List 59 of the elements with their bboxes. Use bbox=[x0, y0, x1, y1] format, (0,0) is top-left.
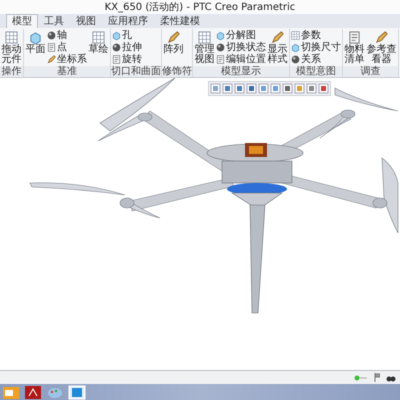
group-label: 操作 bbox=[0, 66, 23, 77]
pencil-icon bbox=[47, 54, 56, 64]
ribbon-button[interactable]: 轴 bbox=[47, 30, 87, 42]
page-icon bbox=[112, 54, 121, 64]
sphere-icon bbox=[112, 42, 121, 52]
square-icon[interactable] bbox=[258, 83, 269, 94]
ribbon-button[interactable]: 切换尺寸 bbox=[291, 42, 341, 53]
ribbon-button[interactable]: 物料清单 bbox=[344, 29, 365, 66]
grid-icon bbox=[291, 31, 300, 40]
ribbon-tab[interactable]: 视图 bbox=[70, 14, 102, 28]
ribbon-tab[interactable]: 模型 bbox=[6, 14, 38, 28]
flag-icon[interactable] bbox=[374, 373, 380, 382]
ribbon-button[interactable]: 拉伸 bbox=[112, 42, 142, 53]
group-label: 切口和曲面 bbox=[111, 66, 161, 77]
window-app-icon[interactable] bbox=[68, 384, 86, 400]
cube-icon bbox=[216, 31, 225, 40]
group-label: 基准 bbox=[24, 66, 110, 77]
ribbon-button[interactable]: 编辑位置 bbox=[216, 54, 266, 65]
ribbon-button[interactable]: 平面 bbox=[25, 29, 46, 66]
ribbon-button[interactable]: 切换状态 bbox=[216, 42, 266, 53]
group-label: 调查 bbox=[343, 66, 398, 77]
ribbon-button[interactable]: 显示样式 bbox=[267, 29, 288, 66]
ribbon-button[interactable]: 分解图 bbox=[216, 30, 266, 42]
ribbon-button[interactable]: 旋转 bbox=[112, 54, 142, 65]
pencil-icon bbox=[167, 31, 180, 44]
ribbon-button[interactable]: 坐标系 bbox=[47, 54, 87, 65]
ribbon-button[interactable]: 孔 bbox=[112, 30, 142, 42]
pencil-icon bbox=[271, 31, 284, 44]
group-label: 修饰符 bbox=[162, 66, 192, 77]
ribbon-tab[interactable]: 柔性建模 bbox=[154, 14, 206, 28]
ribbon-tab[interactable]: 工具 bbox=[38, 14, 70, 28]
grid-icon bbox=[5, 31, 18, 44]
page-icon bbox=[47, 42, 56, 52]
group-label: 模型意图 bbox=[290, 66, 342, 77]
cube-icon bbox=[29, 31, 42, 44]
ribbon-button[interactable]: 关系 bbox=[291, 54, 341, 65]
ribbon-button[interactable]: 拖动元件 bbox=[1, 29, 22, 66]
status-light-icon bbox=[354, 374, 368, 380]
ribbon-button[interactable]: 阵列 bbox=[163, 29, 184, 66]
ribbon-button[interactable]: 参数 bbox=[291, 30, 341, 42]
grid-icon bbox=[92, 31, 105, 44]
ribbon-button[interactable]: 管理视图 bbox=[194, 29, 215, 66]
group-label: 模型显示 bbox=[193, 66, 289, 77]
page-icon bbox=[348, 31, 361, 44]
ribbon-button[interactable]: 参考查看器 bbox=[366, 29, 397, 66]
ribbon-button[interactable]: 草绘 bbox=[88, 29, 109, 66]
ribbon-tab[interactable]: 应用程序 bbox=[102, 14, 154, 28]
page-icon bbox=[216, 54, 225, 64]
sphere-icon bbox=[291, 54, 300, 64]
pencil-icon bbox=[375, 31, 388, 44]
square-icon[interactable] bbox=[270, 83, 281, 94]
grid-icon bbox=[198, 31, 211, 44]
sphere-icon bbox=[216, 42, 225, 52]
cube-icon bbox=[112, 31, 121, 40]
sphere-icon bbox=[47, 31, 56, 40]
ribbon-button[interactable]: 点 bbox=[47, 42, 87, 53]
cube-icon bbox=[291, 42, 300, 52]
window-title: KX_650 (活动的) - PTC Creo Parametric bbox=[104, 1, 296, 14]
pdf-app-icon[interactable] bbox=[24, 384, 42, 400]
